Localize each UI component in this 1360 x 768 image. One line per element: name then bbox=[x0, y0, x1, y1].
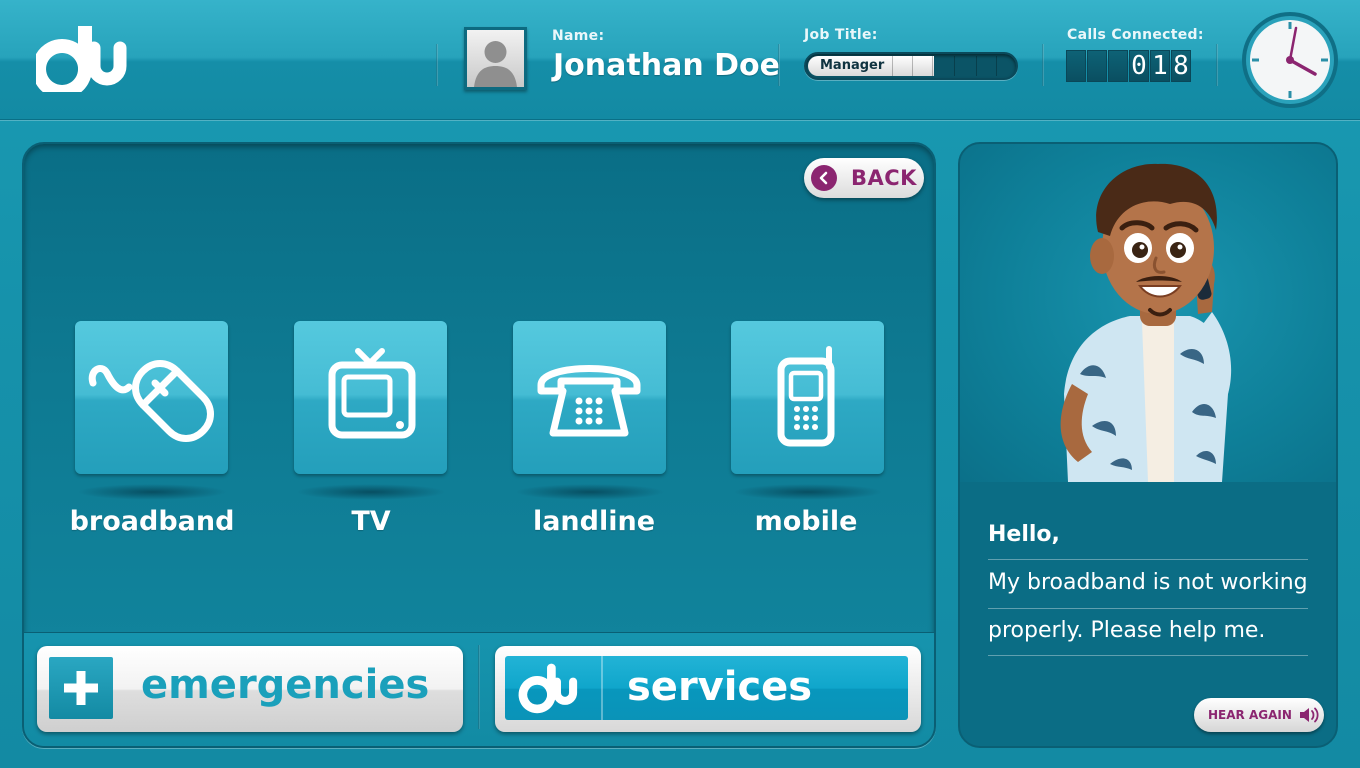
tile-tv-label: TV bbox=[351, 506, 391, 537]
speech-panel: Hello, My broadband is not working prope… bbox=[960, 482, 1336, 746]
hear-again-button[interactable]: HEAR AGAIN bbox=[1194, 698, 1324, 732]
telephone-icon bbox=[537, 365, 641, 437]
bottom-action-bar: emergencies services bbox=[24, 632, 934, 746]
tile-tv[interactable] bbox=[294, 321, 447, 474]
du-logo bbox=[36, 26, 127, 92]
header-divider bbox=[1216, 44, 1218, 86]
greeting-text: Hello, bbox=[988, 522, 1060, 547]
services-inner: services bbox=[505, 656, 908, 720]
calls-connected-counter: 0 1 8 bbox=[1066, 50, 1191, 82]
mouse-icon bbox=[88, 360, 214, 442]
customer-avatar-illustration bbox=[1060, 163, 1232, 482]
back-button[interactable]: BACK bbox=[804, 158, 924, 198]
calls-connected-label: Calls Connected: bbox=[1067, 27, 1204, 43]
mobile-phone-icon bbox=[777, 346, 835, 447]
services-button[interactable]: services bbox=[495, 646, 921, 732]
user-avatar[interactable] bbox=[464, 27, 527, 90]
name-label: Name: bbox=[552, 28, 605, 44]
header-divider bbox=[436, 44, 438, 86]
tile-mobile[interactable] bbox=[731, 321, 884, 474]
tile-broadband[interactable] bbox=[75, 321, 228, 474]
tile-landline[interactable] bbox=[513, 321, 666, 474]
header-divider bbox=[778, 44, 780, 86]
service-selection-panel: BACK broadband TV landline mobile emerge… bbox=[22, 142, 936, 748]
counter-digit bbox=[1108, 50, 1128, 82]
tv-icon bbox=[328, 348, 416, 439]
tile-landline-label: landline bbox=[532, 506, 656, 537]
user-name: Jonathan Doe bbox=[553, 48, 780, 83]
counter-digit: 0 bbox=[1129, 50, 1149, 82]
back-label: BACK bbox=[851, 166, 917, 190]
hear-again-label: HEAR AGAIN bbox=[1208, 708, 1292, 722]
tile-mobile-label: mobile bbox=[754, 506, 858, 537]
text-rule bbox=[988, 608, 1308, 609]
job-title-value: Manager bbox=[820, 58, 885, 73]
services-label: services bbox=[627, 664, 813, 710]
emergencies-button[interactable]: emergencies bbox=[37, 646, 463, 732]
tile-shadow bbox=[733, 484, 883, 500]
message-line-2: properly. Please help me. bbox=[988, 618, 1266, 643]
job-title-label: Job Title: bbox=[804, 27, 878, 43]
customer-character bbox=[960, 144, 1336, 482]
text-rule bbox=[988, 655, 1308, 656]
job-title-progress-bar: Manager bbox=[804, 52, 1018, 80]
text-rule bbox=[988, 559, 1308, 560]
plus-icon bbox=[49, 657, 113, 719]
speaker-icon bbox=[1299, 707, 1319, 723]
bottom-divider bbox=[478, 645, 480, 729]
tile-shadow bbox=[296, 484, 446, 500]
tile-shadow bbox=[515, 484, 665, 500]
header-divider bbox=[1042, 44, 1044, 86]
clock-icon bbox=[1242, 12, 1338, 108]
counter-digit: 1 bbox=[1150, 50, 1170, 82]
tile-broadband-label: broadband bbox=[69, 506, 235, 537]
message-line-1: My broadband is not working bbox=[988, 570, 1308, 595]
customer-panel: Hello, My broadband is not working prope… bbox=[958, 142, 1338, 748]
top-header: Name: Jonathan Doe Job Title: Manager Ca… bbox=[0, 0, 1360, 120]
user-silhouette-icon bbox=[474, 41, 517, 87]
tile-shadow bbox=[77, 484, 227, 500]
du-logo-icon bbox=[505, 656, 603, 720]
counter-digit: 8 bbox=[1171, 50, 1191, 82]
counter-digit bbox=[1066, 50, 1086, 82]
counter-digit bbox=[1087, 50, 1107, 82]
chevron-left-icon bbox=[811, 165, 837, 191]
emergencies-label: emergencies bbox=[141, 662, 430, 708]
